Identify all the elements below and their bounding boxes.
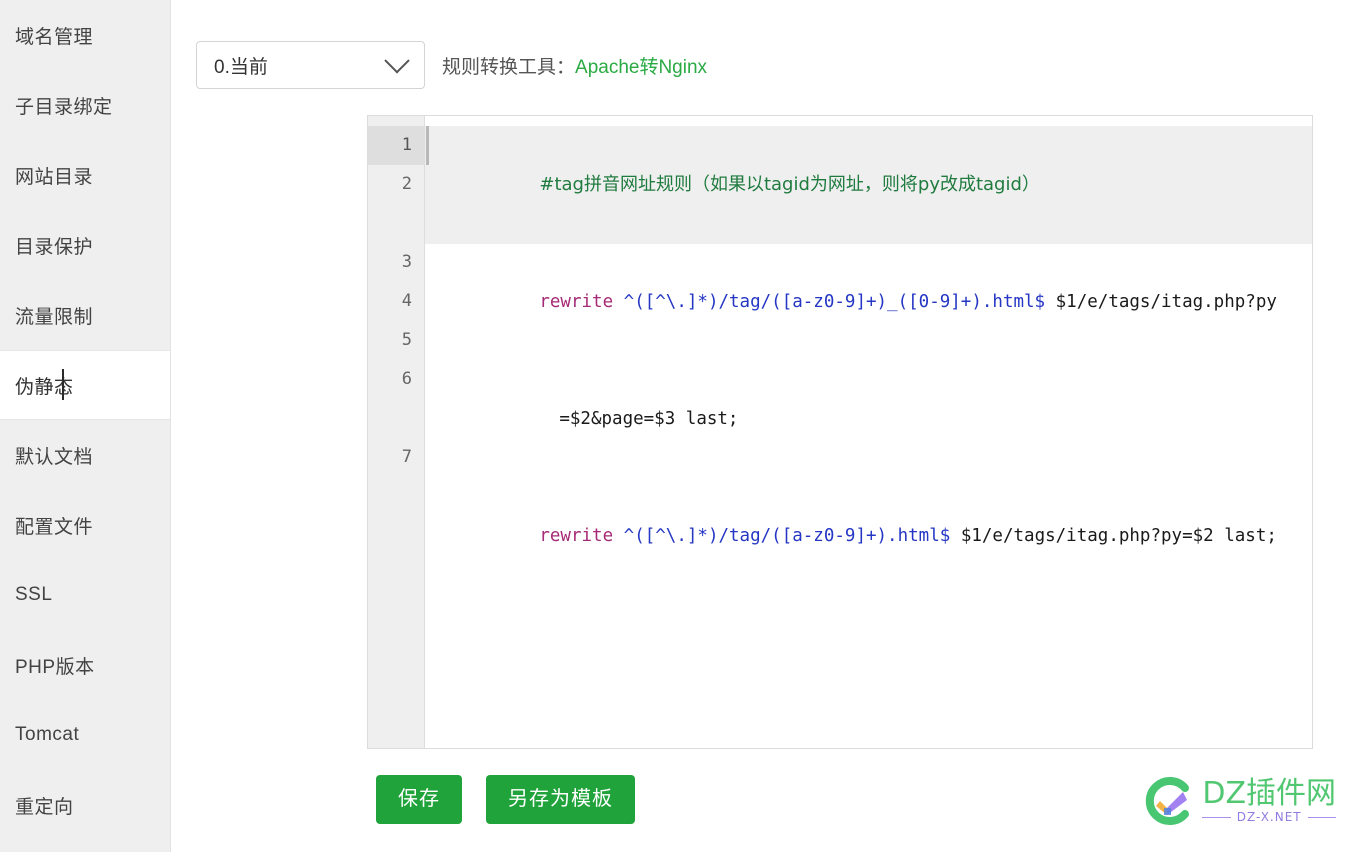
code-pattern: ^([^\.]*)/tag/([a-z0-9]+)_([0-9]+).html$ bbox=[613, 292, 1046, 312]
sidebar-item-label: 重定向 bbox=[15, 796, 74, 818]
sidebar-item-label: PHP版本 bbox=[15, 656, 95, 678]
watermark-text: DZ插件网 DZ-X.NET bbox=[1202, 778, 1336, 824]
divider bbox=[1202, 816, 1231, 818]
converter-label: 规则转换工具： bbox=[442, 56, 576, 78]
sidebar-item-label: 配置文件 bbox=[15, 516, 94, 538]
watermark-subtitle-row: DZ-X.NET bbox=[1202, 810, 1336, 824]
code-comment: #tag拼音网址规则（如果以tagid为网址，则将py改成tagid） bbox=[539, 174, 1040, 195]
sidebar-item-label: SSL bbox=[15, 584, 53, 605]
sidebar-item-traffic-limit[interactable]: 流量限制 bbox=[0, 280, 170, 350]
line-number: 5 bbox=[401, 330, 412, 350]
sidebar-nav: 域名管理 子目录绑定 网站目录 目录保护 流量限制 伪静态 默认文档 配置文件 … bbox=[0, 0, 171, 852]
sidebar-item-php-version[interactable]: PHP版本 bbox=[0, 630, 170, 700]
line-number: 3 bbox=[401, 252, 412, 272]
code-line[interactable]: #tag分类网址规则 bbox=[425, 712, 1312, 748]
sidebar-item-label: Tomcat bbox=[15, 724, 80, 745]
editor-toolbar: 0.当前 规则转换工具： Apache转Nginx bbox=[171, 0, 1346, 89]
code-line[interactable]: rewrite ^([^\.]*)/tag/([a-z0-9]+)_([0-9]… bbox=[425, 244, 1312, 361]
sidebar-item-domain-management[interactable]: 域名管理 bbox=[0, 0, 170, 70]
sidebar-item-subdirectory-binding[interactable]: 子目录绑定 bbox=[0, 70, 170, 140]
site-watermark: DZ插件网 DZ-X.NET bbox=[1140, 774, 1336, 828]
main-content: 0.当前 规则转换工具： Apache转Nginx 1 2 3 4 5 6 7 … bbox=[171, 0, 1346, 852]
chevron-down-icon bbox=[384, 48, 410, 74]
line-number: 6 bbox=[401, 369, 412, 389]
line-number: 7 bbox=[401, 447, 412, 467]
editor-actions: 保存 另存为模板 bbox=[376, 775, 635, 824]
code-keyword: rewrite bbox=[539, 526, 614, 546]
line-number: 1 bbox=[368, 126, 424, 165]
code-keyword: rewrite bbox=[539, 292, 614, 312]
sidebar-item-tomcat[interactable]: Tomcat bbox=[0, 700, 170, 770]
code-line[interactable]: #tag拼音网址规则（如果以tagid为网址，则将py改成tagid） bbox=[425, 126, 1312, 244]
rewrite-rules-editor[interactable]: 1 2 3 4 5 6 7 #tag拼音网址规则（如果以tagid为网址，则将p… bbox=[367, 115, 1313, 749]
line-number: 2 bbox=[401, 174, 412, 194]
code-pattern: ^([^\.]*)/tag/([a-z0-9]+).html$ bbox=[613, 526, 951, 546]
caret-icon bbox=[426, 126, 429, 165]
code-line-continuation[interactable]: =$2&page=$3 last; bbox=[425, 361, 1312, 478]
rule-template-select-value: 0.当前 bbox=[214, 56, 268, 78]
divider bbox=[1307, 816, 1336, 818]
sidebar-item-label: 域名管理 bbox=[15, 26, 94, 48]
sidebar-item-label: 子目录绑定 bbox=[15, 96, 113, 118]
apache-to-nginx-link[interactable]: Apache转Nginx bbox=[575, 52, 707, 79]
code-line[interactable] bbox=[425, 595, 1312, 712]
sidebar-item-redirect[interactable]: 重定向 bbox=[0, 770, 170, 840]
dz-check-circle-logo-icon bbox=[1146, 777, 1190, 825]
editor-code-area[interactable]: #tag拼音网址规则（如果以tagid为网址，则将py改成tagid） rewr… bbox=[425, 116, 1312, 748]
sidebar-item-label: 网站目录 bbox=[15, 166, 94, 188]
rule-template-select[interactable]: 0.当前 bbox=[196, 41, 425, 89]
sidebar-item-default-document[interactable]: 默认文档 bbox=[0, 420, 170, 490]
sidebar-item-config-file[interactable]: 配置文件 bbox=[0, 490, 170, 560]
editor-line-number-gutter: 1 2 3 4 5 6 7 bbox=[368, 116, 425, 748]
sidebar-item-label: 目录保护 bbox=[15, 236, 94, 258]
sidebar-item-rewrite[interactable]: 伪静态 bbox=[0, 350, 170, 420]
text-cursor-icon bbox=[62, 369, 64, 400]
sidebar-item-label: 伪静态 bbox=[15, 376, 74, 398]
sidebar-item-label: 默认文档 bbox=[15, 446, 94, 468]
sidebar-item-label: 流量限制 bbox=[15, 306, 94, 328]
line-number: 4 bbox=[401, 291, 412, 311]
save-button[interactable]: 保存 bbox=[376, 775, 462, 824]
watermark-title: DZ插件网 bbox=[1202, 776, 1336, 811]
page-root: 域名管理 子目录绑定 网站目录 目录保护 流量限制 伪静态 默认文档 配置文件 … bbox=[0, 0, 1346, 852]
save-as-template-button[interactable]: 另存为模板 bbox=[486, 775, 635, 824]
code-target: $1/e/tags/itag.php?py=$2 last; bbox=[950, 526, 1277, 546]
code-target: $1/e/tags/itag.php?py bbox=[1045, 292, 1277, 312]
sidebar-item-directory-protection[interactable]: 目录保护 bbox=[0, 210, 170, 280]
watermark-subtitle: DZ-X.NET bbox=[1236, 810, 1302, 824]
sidebar-item-ssl[interactable]: SSL bbox=[0, 560, 170, 630]
code-target-continuation: =$2&page=$3 last; bbox=[559, 409, 739, 429]
code-line[interactable]: rewrite ^([^\.]*)/tag/([a-z0-9]+).html$ … bbox=[425, 478, 1312, 595]
sidebar-item-site-directory[interactable]: 网站目录 bbox=[0, 140, 170, 210]
